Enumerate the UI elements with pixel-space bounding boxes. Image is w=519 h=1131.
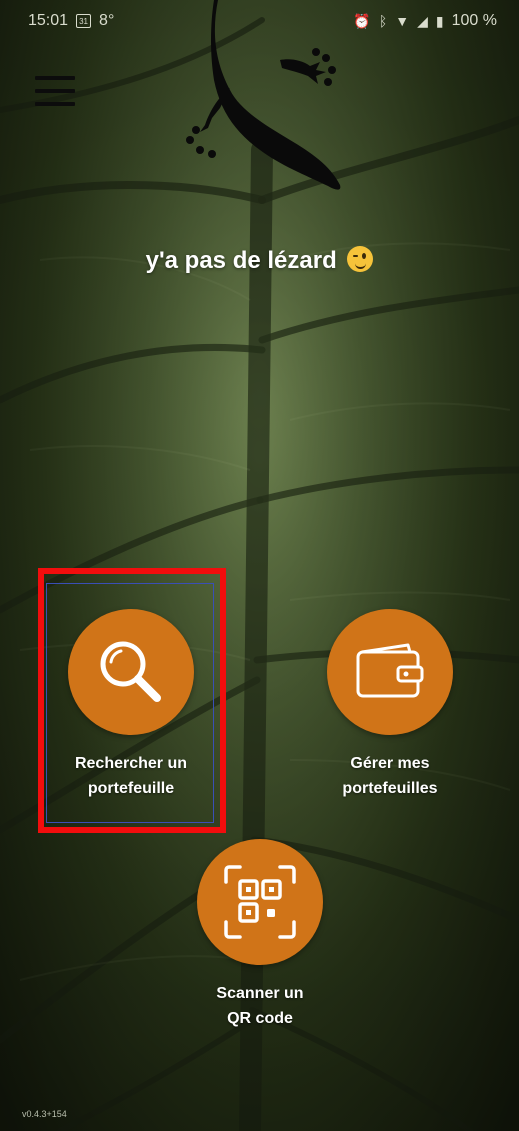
- scan-qr-button[interactable]: Scanner un QR code: [160, 839, 360, 1031]
- manage-wallets-button[interactable]: Gérer mes portefeuilles: [290, 609, 490, 801]
- app-screen: 15:01 31 8° ⏰ ᛒ ▼ ◢ ▮ 100 % y'a pas de l…: [0, 0, 519, 1131]
- manage-wallets-circle[interactable]: [327, 609, 453, 735]
- welcome-headline: y'a pas de lézard: [0, 246, 519, 275]
- magnifier-icon: [100, 641, 161, 702]
- headline-text: y'a pas de lézard: [145, 247, 337, 274]
- calendar-icon: 31: [76, 14, 92, 28]
- wallet-icon: [356, 643, 424, 698]
- qr-code-icon: [224, 865, 296, 939]
- app-version: v0.4.3+154: [22, 1109, 67, 1119]
- status-battery: 100 %: [451, 12, 497, 29]
- scan-qr-circle[interactable]: [197, 839, 323, 965]
- alarm-icon: ⏰: [353, 12, 371, 29]
- bluetooth-icon: ᛒ: [378, 13, 388, 29]
- winking-face-emoji: [347, 246, 374, 272]
- battery-icon: ▮: [435, 12, 444, 29]
- search-wallet-button[interactable]: Rechercher un portefeuille: [31, 609, 231, 801]
- menu-line: [35, 102, 75, 106]
- signal-icon: ◢: [417, 12, 428, 29]
- status-time: 15:01: [28, 12, 69, 29]
- status-temperature: 8°: [99, 12, 115, 29]
- menu-line: [35, 76, 75, 80]
- search-wallet-circle[interactable]: [68, 609, 194, 735]
- status-bar-left: 15:01 31 8°: [28, 12, 114, 30]
- gecko-logo: [186, 0, 341, 190]
- hamburger-menu-icon[interactable]: [35, 76, 75, 106]
- menu-line: [35, 89, 75, 93]
- manage-wallets-label: Gérer mes portefeuilles: [342, 755, 438, 797]
- status-bar-right: ⏰ ᛒ ▼ ◢ ▮ 100 %: [353, 12, 497, 30]
- wifi-icon: ▼: [395, 13, 410, 29]
- scan-qr-label: Scanner un QR code: [216, 985, 304, 1027]
- search-wallet-label: Rechercher un portefeuille: [74, 755, 188, 797]
